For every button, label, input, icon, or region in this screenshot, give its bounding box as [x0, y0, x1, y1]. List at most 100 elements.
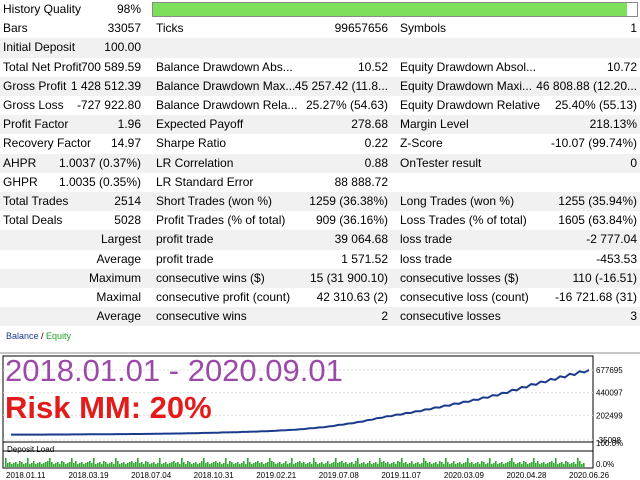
deposit-load-bar: [49, 458, 51, 467]
deposit-load-bar: [457, 463, 459, 467]
deposit-load-bar: [409, 463, 411, 467]
deposit-load-bar: [433, 463, 435, 467]
deposit-load-bar: [531, 462, 533, 467]
detail-row: Average profit trade 1 571.52 loss trade -45…: [0, 250, 640, 269]
load-y-tick-label: 0.0%: [596, 460, 614, 469]
deposit-load-bar: [73, 463, 75, 467]
deposit-load-bar: [281, 464, 283, 467]
deposit-load-bar: [559, 463, 561, 467]
deposit-load-bar: [467, 458, 469, 467]
deposit-load-bar: [125, 464, 127, 467]
deposit-load-bar: [411, 461, 413, 467]
deposit-load-bar: [259, 463, 261, 467]
deposit-load-bar: [59, 464, 61, 467]
deposit-load-bar: [501, 462, 503, 467]
deposit-load-bar: [279, 462, 281, 467]
deposit-load-bar: [327, 461, 329, 467]
deposit-load-bar: [149, 464, 151, 467]
deposit-load-bar: [569, 464, 571, 467]
deposit-load-bar: [71, 458, 73, 467]
deposit-load-bar: [483, 462, 485, 467]
deposit-load-bar: [325, 463, 327, 467]
deposit-load-bar: [407, 464, 409, 467]
deposit-load-bar: [437, 464, 439, 467]
deposit-load-bar: [305, 464, 307, 467]
stat-value: 46 808.88 (12.20...: [536, 78, 637, 93]
deposit-load-bar: [19, 461, 21, 467]
x-tick-label: 2018.10.31: [194, 471, 235, 480]
deposit-load-bar: [169, 463, 171, 467]
deposit-load-bar: [489, 458, 491, 467]
deposit-load-bar: [21, 462, 23, 467]
x-tick-label: 2018.07.04: [131, 471, 172, 480]
deposit-load-bar: [243, 461, 245, 467]
deposit-load-bar: [339, 462, 341, 467]
deposit-load-bar: [139, 463, 141, 467]
deposit-load-bar: [271, 461, 273, 467]
deposit-load-bar: [557, 464, 559, 467]
history-quality-value: 98%: [116, 2, 141, 16]
deposit-load-bar: [477, 462, 479, 467]
deposit-load-bar: [283, 463, 285, 467]
deposit-load-bar: [371, 464, 373, 467]
deposit-load-bar: [117, 461, 119, 467]
deposit-load-bar: [337, 463, 339, 467]
deposit-load-bar: [515, 464, 517, 467]
stat-value: -16 721.68 (31): [554, 290, 637, 304]
deposit-load-bar: [159, 458, 161, 467]
deposit-load-bar: [187, 461, 189, 467]
deposit-load-bar: [81, 462, 83, 467]
deposit-load-bar: [451, 463, 453, 467]
history-quality-bar: [152, 2, 638, 17]
deposit-load-bar: [509, 461, 511, 467]
deposit-load-bar: [575, 464, 577, 467]
deposit-load-bar: [189, 462, 191, 467]
deposit-load-bar: [93, 458, 95, 467]
deposit-load-bar: [23, 464, 25, 467]
deposit-load-bar: [383, 461, 385, 467]
deposit-load-bar: [131, 461, 133, 467]
deposit-load-bar: [503, 464, 505, 467]
deposit-load-bar: [353, 464, 355, 467]
deposit-load-bar: [377, 464, 379, 467]
deposit-load-bar: [519, 462, 521, 467]
deposit-load-bar: [95, 464, 97, 467]
deposit-load-bar: [157, 463, 159, 467]
y-tick-label: 677695: [596, 366, 623, 375]
deposit-load-bar: [391, 463, 393, 467]
deposit-load-bar: [115, 458, 117, 467]
deposit-load-bar: [9, 462, 11, 467]
period-overlay: 2018.01.01 - 2020.09.01: [5, 353, 343, 388]
stat-value: 25.40% (55.13): [554, 98, 637, 112]
deposit-load-bar: [403, 463, 405, 467]
deposit-load-bar: [435, 462, 437, 467]
deposit-load-bar: [199, 463, 201, 467]
deposit-load-bar: [11, 464, 13, 467]
deposit-load-bar: [387, 462, 389, 467]
deposit-load-bar: [51, 462, 53, 467]
deposit-load-bar: [111, 462, 113, 467]
deposit-load-bar: [453, 461, 455, 467]
deposit-load-bar: [553, 463, 555, 467]
deposit-load-bar: [579, 461, 581, 467]
stat-value: 110 (-16.51): [572, 270, 637, 285]
deposit-load-bar: [401, 458, 403, 467]
history-quality-row: History Quality 98%: [0, 0, 640, 19]
stat-row: Gross Profit 1 428 512.39 Balance Drawdown…: [0, 76, 640, 96]
deposit-load-bar: [101, 464, 103, 467]
deposit-load-bar: [83, 464, 85, 467]
x-tick-label: 2020.06.26: [569, 471, 610, 480]
deposit-load-bar: [381, 462, 383, 467]
deposit-load-bar: [415, 463, 417, 467]
deposit-load-bar: [299, 461, 301, 467]
deposit-load-bar: [419, 464, 421, 467]
deposit-load-bar: [547, 463, 549, 467]
deposit-load-bar: [523, 461, 525, 467]
deposit-load-bar: [197, 464, 199, 467]
stat-row: GHPR 1.0035 (0.35%) LR Standard Error 88 88…: [0, 173, 640, 192]
deposit-load-bar: [7, 463, 9, 467]
deposit-load-bar: [303, 462, 305, 467]
x-tick-label: 2019.11.07: [381, 471, 421, 480]
stat-row: Bars 33057 Ticks 99657656 Symbols 1: [0, 19, 640, 38]
deposit-load-bar: [497, 464, 499, 467]
